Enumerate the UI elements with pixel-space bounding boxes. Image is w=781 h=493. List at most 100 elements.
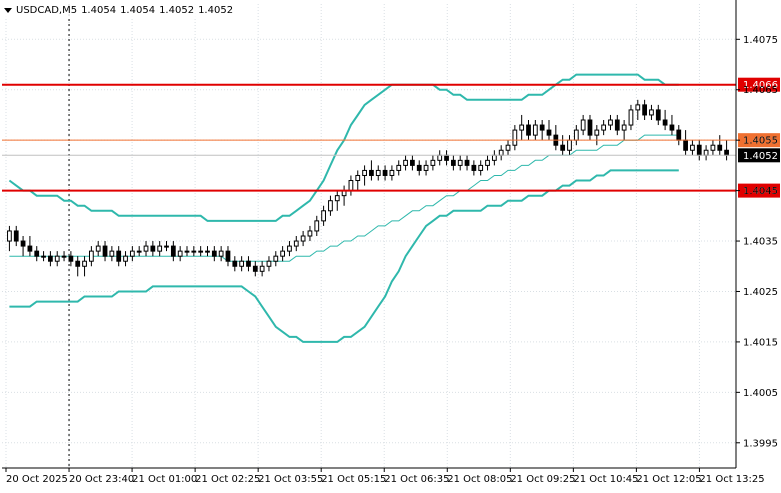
x-tick-label: 21 Oct 10:45 bbox=[573, 474, 638, 485]
candle-body bbox=[239, 260, 245, 267]
candle-body bbox=[252, 265, 258, 272]
candle-body bbox=[669, 124, 675, 131]
candle-body bbox=[444, 154, 449, 161]
candle-body bbox=[129, 250, 135, 257]
candle-body bbox=[61, 255, 67, 258]
candle-body bbox=[594, 129, 600, 136]
candle-body bbox=[88, 250, 94, 262]
candle-body bbox=[403, 159, 408, 166]
x-tick-label: 21 Oct 02:25 bbox=[195, 474, 260, 485]
candle-body bbox=[116, 250, 122, 262]
candle-body bbox=[191, 250, 197, 253]
x-tick-label: 20 Oct 2025 bbox=[6, 474, 68, 485]
candle-body bbox=[211, 250, 217, 257]
candle-body bbox=[177, 250, 183, 257]
candle-body bbox=[396, 164, 402, 171]
candle-body bbox=[450, 159, 456, 166]
candle-body bbox=[724, 149, 729, 156]
candle-body bbox=[683, 139, 688, 151]
x-tick-label: 21 Oct 06:35 bbox=[384, 474, 449, 485]
candle-body bbox=[13, 230, 19, 242]
candle-body bbox=[375, 169, 381, 176]
candle-body bbox=[464, 159, 470, 166]
y-tick-label: 1.4045 bbox=[743, 186, 778, 197]
candle-body bbox=[232, 260, 238, 267]
candle-body bbox=[635, 104, 641, 111]
x-tick-label: 21 Oct 09:25 bbox=[510, 474, 575, 485]
candle-body bbox=[485, 159, 490, 166]
candle-body bbox=[362, 169, 367, 176]
chart-area[interactable]: 1.4066 1.4055 1.4045 1.4052 1.4075 1.4065 1.4… bbox=[0, 0, 781, 489]
candle-body bbox=[437, 154, 443, 161]
low-price: 1.4052 bbox=[159, 4, 195, 16]
candle-body bbox=[348, 180, 354, 192]
candle-body bbox=[491, 154, 497, 161]
high-price: 1.4054 bbox=[120, 4, 156, 16]
candle-body bbox=[642, 104, 648, 116]
x-tick-label: 21 Oct 03:55 bbox=[258, 474, 323, 485]
candle-body bbox=[143, 245, 149, 252]
candle-body bbox=[539, 124, 545, 131]
candle-body bbox=[7, 230, 12, 242]
candle-body bbox=[389, 169, 395, 176]
candle-body bbox=[328, 200, 333, 212]
y-tick-label: 1.4015 bbox=[743, 337, 778, 348]
candle-body bbox=[287, 245, 292, 252]
candle-body bbox=[266, 260, 272, 267]
y-tick-label: 1.3995 bbox=[743, 438, 778, 449]
y-tick-label: 1.4055 bbox=[743, 136, 778, 147]
candle-body bbox=[198, 250, 204, 253]
candle-body bbox=[410, 159, 415, 166]
candle-body bbox=[703, 149, 709, 156]
candle-body bbox=[690, 144, 695, 151]
candle-body bbox=[293, 240, 299, 247]
candle-body bbox=[560, 144, 566, 151]
x-tick-label: 21 Oct 12:05 bbox=[636, 474, 701, 485]
candle-body bbox=[676, 129, 682, 141]
candle-body bbox=[505, 144, 511, 151]
candle-body bbox=[355, 174, 361, 182]
y-tick-label: 1.4005 bbox=[743, 388, 778, 399]
candle-body bbox=[184, 250, 190, 253]
triangle-down-icon[interactable] bbox=[4, 7, 12, 13]
candle-body bbox=[300, 235, 306, 242]
symbol-info-bar[interactable]: USDCAD,M5 1.4054 1.4054 1.4052 1.4052 bbox=[4, 2, 238, 18]
y-tick-label: 1.4035 bbox=[743, 237, 778, 248]
candle-body bbox=[457, 159, 463, 166]
candle-body bbox=[580, 119, 586, 131]
open-price: 1.4054 bbox=[81, 4, 117, 16]
candle-body bbox=[423, 164, 429, 171]
y-tick-label: 1.4075 bbox=[743, 35, 778, 46]
candle-body bbox=[655, 109, 661, 121]
x-tick-label: 21 Oct 13:25 bbox=[699, 474, 764, 485]
candle-body bbox=[20, 240, 26, 247]
symbol-label: USDCAD,M5 bbox=[16, 4, 78, 16]
candle-body bbox=[246, 260, 251, 267]
candle-body bbox=[608, 119, 613, 126]
candle-body bbox=[164, 245, 169, 248]
candle-body bbox=[621, 124, 627, 131]
candle-body bbox=[136, 250, 142, 253]
price-chart-svg[interactable]: 1.40661.40551.40451.4052 1.40751.40651.4… bbox=[0, 0, 781, 489]
candle-body bbox=[471, 164, 477, 171]
candle-body bbox=[95, 245, 101, 252]
x-tick-label: 21 Oct 08:05 bbox=[447, 474, 512, 485]
candle-body bbox=[307, 230, 313, 237]
candle-body bbox=[273, 255, 279, 262]
candle-body bbox=[102, 245, 108, 257]
x-tick-label: 21 Oct 05:15 bbox=[321, 474, 386, 485]
candle-body bbox=[314, 220, 320, 232]
candle-body bbox=[321, 210, 326, 222]
candle-body bbox=[478, 164, 484, 171]
candle-body bbox=[382, 169, 388, 176]
candle-body bbox=[54, 255, 60, 262]
candle-body bbox=[259, 265, 265, 272]
candle-body bbox=[710, 144, 716, 151]
candle-body bbox=[48, 255, 53, 262]
candle-body bbox=[150, 245, 156, 252]
candle-body bbox=[601, 124, 607, 131]
y-tick-label: 1.4065 bbox=[743, 85, 778, 96]
candle-body bbox=[512, 129, 518, 146]
candle-body bbox=[546, 129, 552, 136]
candle-body bbox=[170, 245, 176, 257]
